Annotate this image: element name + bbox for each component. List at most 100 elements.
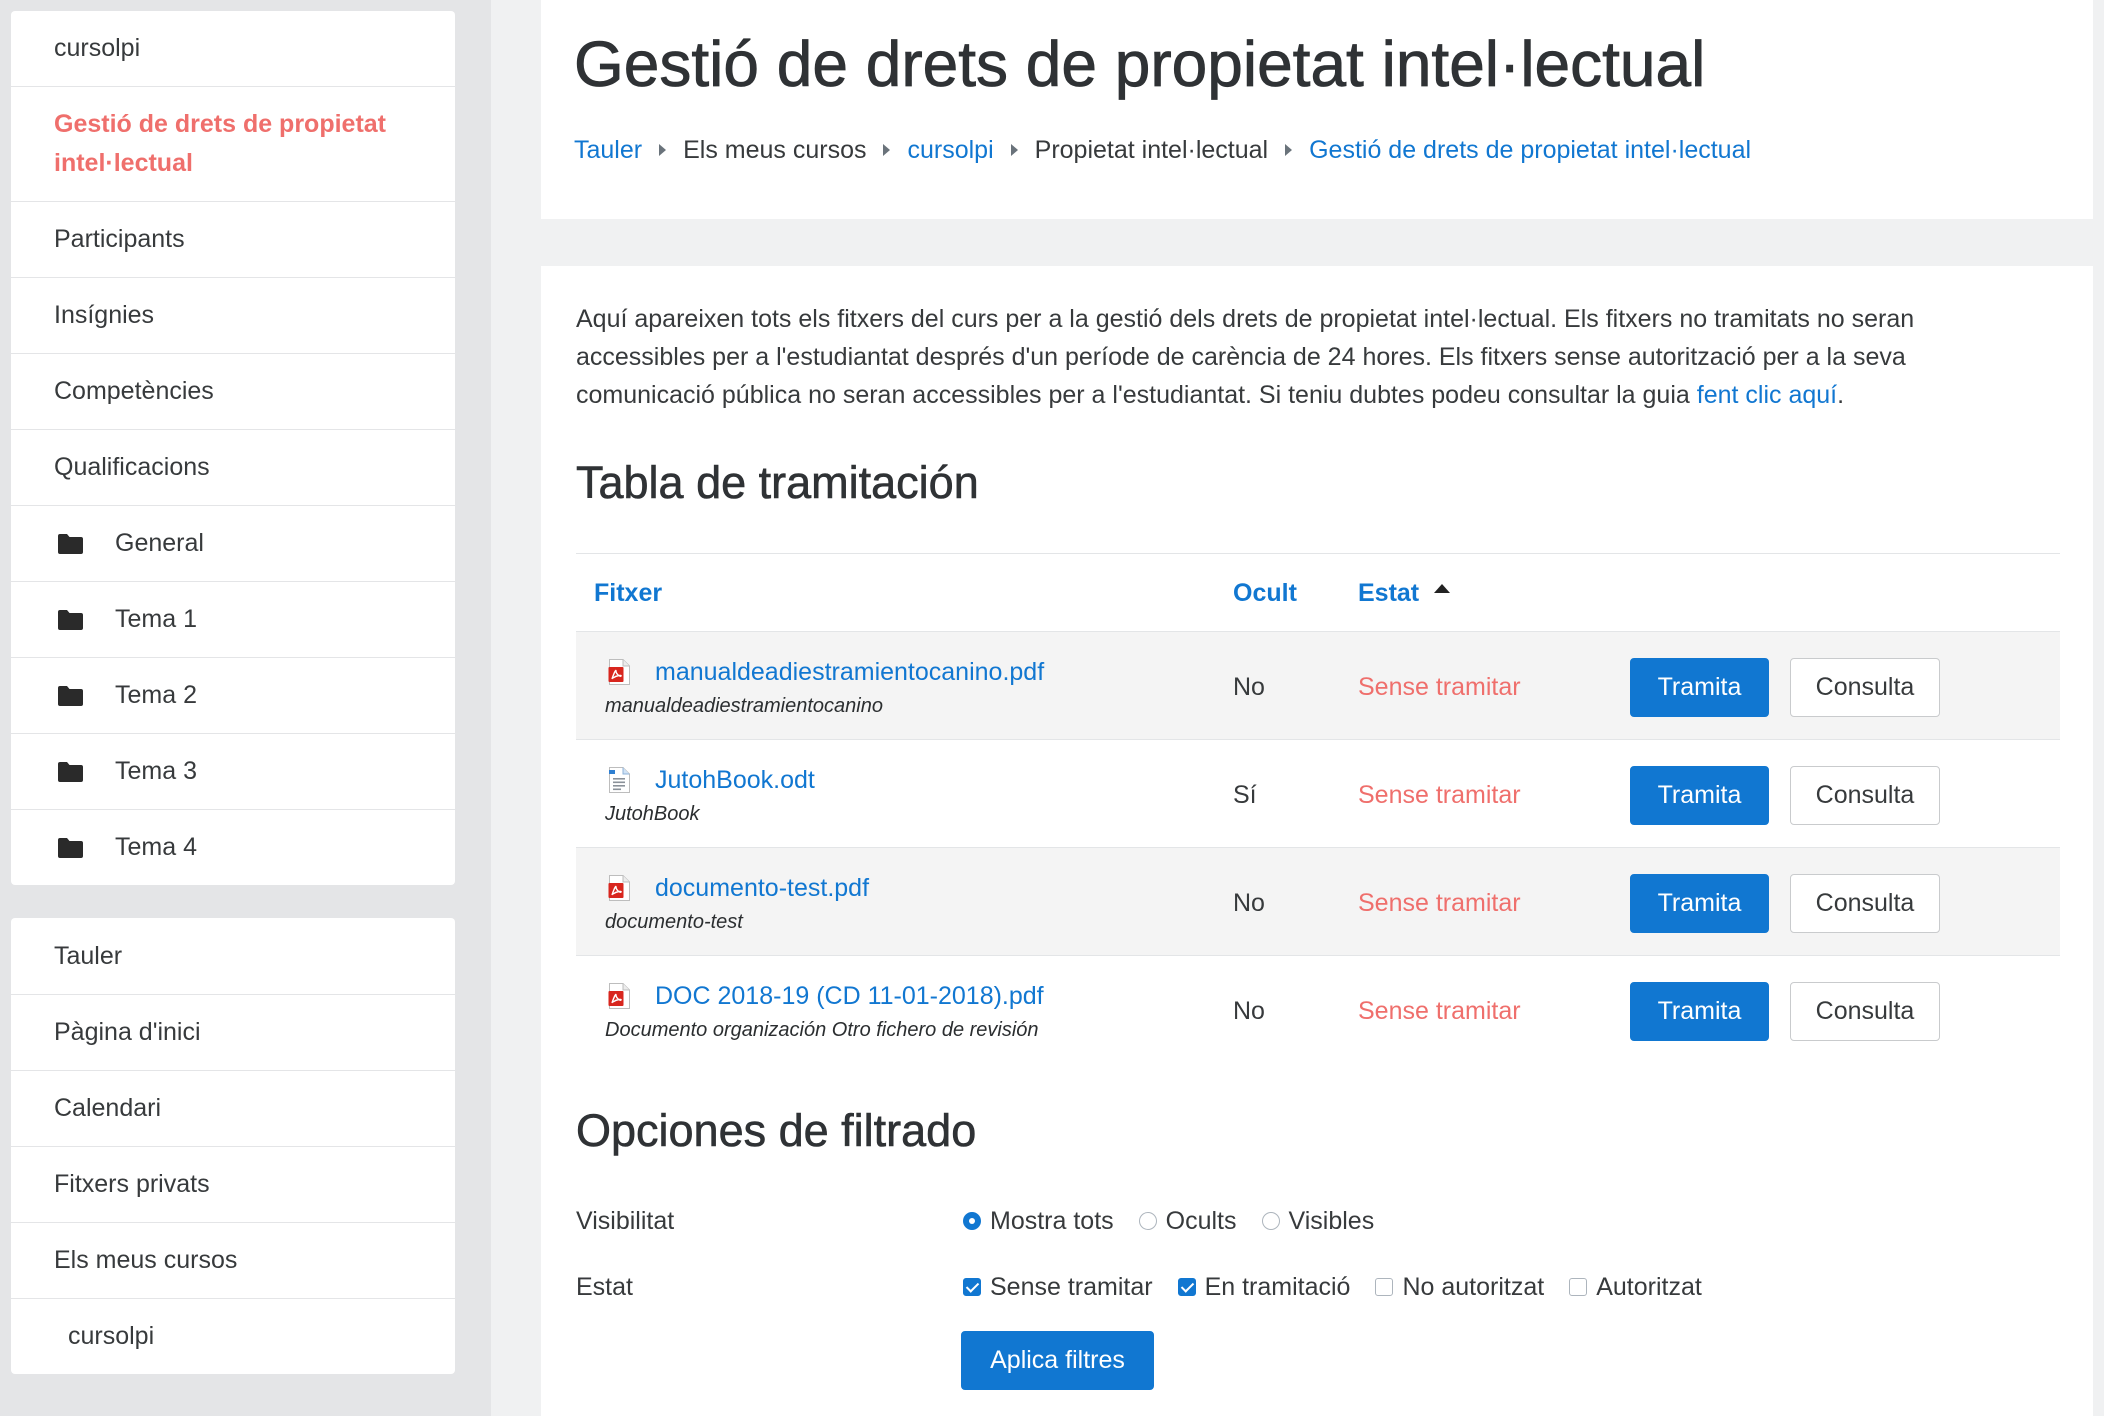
sidebar-item-grades[interactable]: Qualificacions bbox=[11, 429, 455, 505]
checkbox[interactable] bbox=[963, 1278, 981, 1296]
files-table: Fitxer Ocult Estat manualdeadiestramient… bbox=[576, 553, 2060, 1063]
table-header-row: Fitxer Ocult Estat bbox=[576, 553, 2060, 631]
checkbox-not-processed[interactable]: Sense tramitar bbox=[963, 1273, 1153, 1302]
guide-link[interactable]: fent clic aquí bbox=[1697, 381, 1837, 409]
sidebar-item-participants[interactable]: Participants bbox=[11, 201, 455, 277]
consulta-button[interactable]: Consulta bbox=[1790, 982, 1940, 1041]
sidebar-item-section-tema-4[interactable]: Tema 4 bbox=[11, 809, 455, 885]
intro-text: Aquí apareixen tots els fitxers del curs… bbox=[576, 300, 1996, 414]
radio-label: Mostra tots bbox=[990, 1206, 1114, 1235]
sidebar-item-course-link[interactable]: cursolpi bbox=[11, 1298, 455, 1374]
sidebar-item-ip-rights-management[interactable]: Gestió de drets de propietat intel·lectu… bbox=[11, 86, 455, 201]
breadcrumb-course[interactable]: cursolpi bbox=[907, 133, 993, 167]
consulta-button[interactable]: Consulta bbox=[1790, 766, 1940, 825]
breadcrumb-current-page[interactable]: Gestió de drets de propietat intel·lectu… bbox=[1309, 133, 1751, 167]
sidebar-item-section-general[interactable]: General bbox=[11, 505, 455, 581]
radio-show-all[interactable]: Mostra tots bbox=[963, 1207, 1114, 1236]
file-link[interactable]: manualdeadiestramientocanino.pdf bbox=[655, 655, 1044, 689]
breadcrumb-dashboard[interactable]: Tauler bbox=[574, 133, 642, 167]
status-value: Sense tramitar bbox=[1358, 781, 1521, 809]
folder-icon bbox=[58, 609, 83, 630]
radio-visible[interactable]: Visibles bbox=[1261, 1206, 1375, 1236]
status-value: Sense tramitar bbox=[1358, 673, 1521, 701]
table-row: JutohBook.odt JutohBook Sí Sense tramita… bbox=[576, 739, 2060, 847]
status-value: Sense tramitar bbox=[1358, 889, 1521, 917]
sidebar-item-section-tema-1[interactable]: Tema 1 bbox=[11, 581, 455, 657]
column-header-hidden[interactable]: Ocult bbox=[1233, 576, 1297, 610]
consulta-button[interactable]: Consulta bbox=[1790, 658, 1940, 717]
radio-label: Visibles bbox=[1288, 1206, 1375, 1235]
sidebar-item-dashboard[interactable]: Tauler bbox=[11, 918, 455, 994]
consulta-button[interactable]: Consulta bbox=[1790, 874, 1940, 933]
column-header-file[interactable]: Fitxer bbox=[594, 576, 662, 610]
tramita-button[interactable]: Tramita bbox=[1630, 982, 1769, 1041]
table-heading: Tabla de tramitación bbox=[576, 457, 979, 509]
sidebar-item-label: Tema 2 bbox=[115, 681, 197, 709]
radio-label: Ocults bbox=[1165, 1206, 1237, 1235]
hidden-value: Sí bbox=[1233, 781, 1257, 809]
sidebar-item-label: General bbox=[115, 529, 204, 557]
checkbox[interactable] bbox=[1177, 1278, 1196, 1296]
chevron-right-icon bbox=[659, 144, 667, 156]
sidebar-item-competencies[interactable]: Competències bbox=[11, 353, 455, 429]
checkbox-authorized[interactable]: Autoritzat bbox=[1569, 1273, 1702, 1302]
checkbox-label: En tramitació bbox=[1204, 1272, 1351, 1301]
table-row: DOC 2018-19 (CD 11-01-2018).pdf Document… bbox=[576, 955, 2060, 1063]
breadcrumb-ip: Propietat intel·lectual bbox=[1034, 136, 1269, 164]
nav-drawer: cursolpi Gestió de drets de propietat in… bbox=[0, 0, 491, 1416]
status-value: Sense tramitar bbox=[1358, 997, 1521, 1025]
radio-button[interactable] bbox=[1138, 1212, 1157, 1230]
main-content: Aquí apareixen tots els fitxers del curs… bbox=[541, 266, 2093, 1416]
sidebar-item-section-tema-3[interactable]: Tema 3 bbox=[11, 733, 455, 809]
pdf-icon bbox=[608, 983, 630, 1009]
hidden-value: No bbox=[1233, 673, 1265, 701]
hidden-value: No bbox=[1233, 997, 1265, 1025]
sidebar-item-my-courses[interactable]: Els meus cursos bbox=[11, 1222, 455, 1298]
filter-heading: Opciones de filtrado bbox=[576, 1105, 977, 1157]
course-navigation: cursolpi Gestió de drets de propietat in… bbox=[11, 11, 455, 885]
radio-button[interactable] bbox=[1261, 1212, 1280, 1230]
file-link[interactable]: DOC 2018-19 (CD 11-01-2018).pdf bbox=[655, 979, 1044, 1013]
sidebar-item-label: Tema 3 bbox=[115, 757, 197, 785]
table-row: manualdeadiestramientocanino.pdf manuald… bbox=[576, 631, 2060, 739]
sort-ascending-icon bbox=[1434, 584, 1451, 593]
sidebar-item-course[interactable]: cursolpi bbox=[11, 11, 455, 86]
sidebar-item-calendar[interactable]: Calendari bbox=[11, 1070, 455, 1146]
breadcrumb-my-courses: Els meus cursos bbox=[683, 136, 867, 164]
pdf-icon bbox=[608, 659, 630, 685]
checkbox[interactable] bbox=[1569, 1278, 1588, 1296]
radio-hidden[interactable]: Ocults bbox=[1138, 1206, 1237, 1236]
page-header: Gestió de drets de propietat intel·lectu… bbox=[541, 0, 2093, 219]
sidebar-item-label: Tema 4 bbox=[115, 833, 197, 861]
tramita-button[interactable]: Tramita bbox=[1630, 874, 1769, 933]
folder-icon bbox=[58, 685, 83, 706]
sidebar-item-site-home[interactable]: Pàgina d'inici bbox=[11, 994, 455, 1070]
table-row: documento-test.pdf documento-test No Sen… bbox=[576, 847, 2060, 955]
status-filter-label: Estat bbox=[576, 1273, 633, 1301]
checkbox-label: Sense tramitar bbox=[990, 1272, 1153, 1301]
sidebar-item-badges[interactable]: Insígnies bbox=[11, 277, 455, 353]
file-title: manualdeadiestramientocanino bbox=[605, 695, 883, 717]
sidebar-item-section-tema-2[interactable]: Tema 2 bbox=[11, 657, 455, 733]
tramita-button[interactable]: Tramita bbox=[1630, 766, 1769, 825]
apply-filters-button[interactable]: Aplica filtres bbox=[961, 1331, 1154, 1390]
breadcrumb: Tauler Els meus cursos cursolpi Propieta… bbox=[574, 133, 1751, 167]
radio-button[interactable] bbox=[963, 1212, 981, 1230]
visibility-radio-group: Mostra tots Ocults Visibles bbox=[963, 1204, 1399, 1238]
folder-icon bbox=[58, 533, 83, 554]
file-link[interactable]: JutohBook.odt bbox=[655, 763, 815, 797]
sidebar-item-label: Tema 1 bbox=[115, 605, 197, 633]
status-checkbox-group: Sense tramitar En tramitació No autoritz… bbox=[963, 1270, 1727, 1304]
checkbox-label: No autoritzat bbox=[1402, 1272, 1545, 1301]
chevron-right-icon bbox=[883, 144, 891, 156]
file-link[interactable]: documento-test.pdf bbox=[655, 871, 869, 905]
column-header-status[interactable]: Estat bbox=[1358, 576, 1451, 610]
checkbox-in-process[interactable]: En tramitació bbox=[1177, 1272, 1351, 1302]
visibility-label: Visibilitat bbox=[576, 1207, 675, 1235]
file-title: Documento organización Otro fichero de r… bbox=[605, 1019, 1039, 1041]
tramita-button[interactable]: Tramita bbox=[1630, 658, 1769, 717]
sidebar-item-private-files[interactable]: Fitxers privats bbox=[11, 1146, 455, 1222]
checkbox-not-authorized[interactable]: No autoritzat bbox=[1375, 1273, 1544, 1302]
pdf-icon bbox=[608, 875, 630, 901]
checkbox[interactable] bbox=[1375, 1278, 1394, 1296]
